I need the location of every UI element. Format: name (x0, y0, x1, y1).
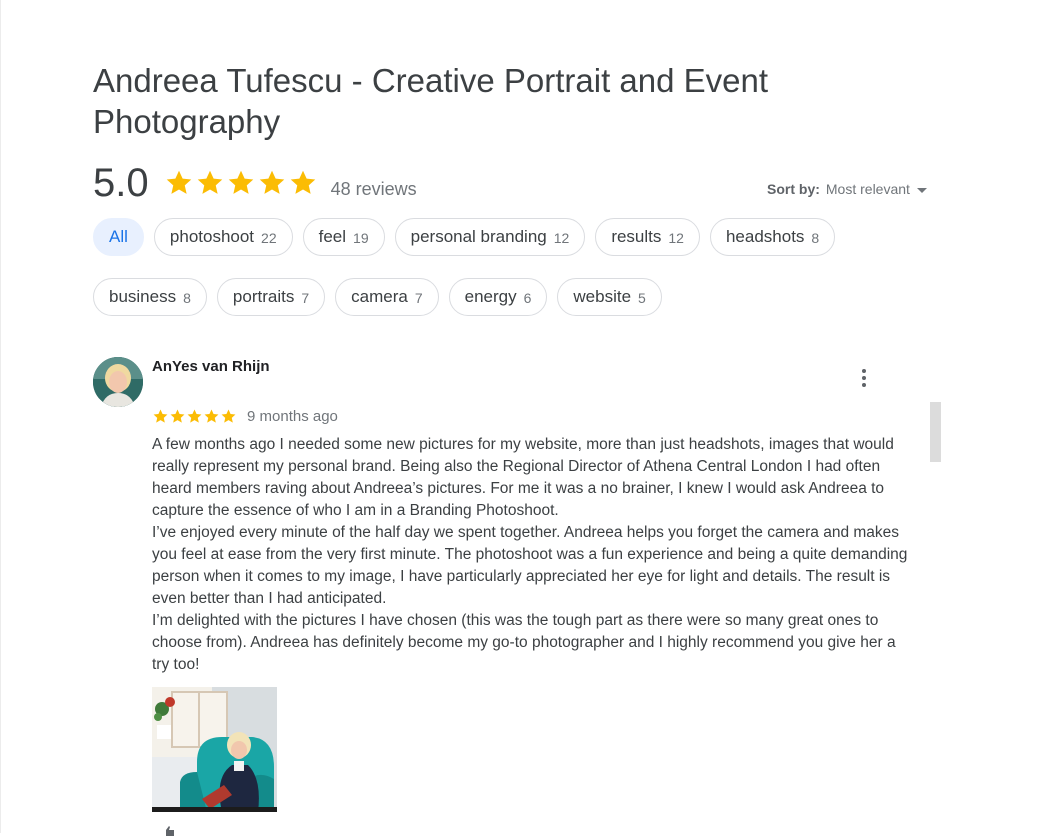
filter-chip-website[interactable]: website 5 (557, 278, 662, 316)
filter-chip-count: 8 (811, 230, 820, 246)
rating-summary: 5.0 48 reviews (93, 158, 417, 208)
star-icon (259, 170, 284, 194)
filter-chip-personal-branding[interactable]: personal branding 12 (394, 218, 586, 256)
filter-chip-label: business (109, 287, 177, 306)
filter-chip-label: energy (464, 287, 517, 306)
filter-chip-label: camera (351, 287, 408, 306)
filter-chip-label: headshots (725, 227, 805, 246)
review-paragraph: I’m delighted with the pictures I have c… (152, 612, 896, 673)
filter-chip-count: 5 (638, 290, 646, 306)
caret-down-icon (916, 187, 927, 193)
filter-chip-label: feel (318, 227, 347, 246)
filter-chip-headshots[interactable]: headshots 8 (709, 218, 836, 256)
filter-chip-count: 12 (553, 230, 570, 246)
filter-chip-count: 7 (414, 290, 423, 306)
filter-chip-label: personal branding (410, 227, 547, 246)
star-icon (166, 170, 191, 194)
reviewer-avatar[interactable] (93, 357, 143, 407)
rating-stars (164, 168, 319, 198)
review-paragraph: A few months ago I needed some new pictu… (152, 436, 894, 519)
filter-chip-camera[interactable]: camera 7 (335, 278, 439, 316)
filter-chip-label: website (573, 287, 632, 306)
sort-dropdown[interactable]: Sort by: Most relevant (767, 181, 927, 197)
filter-chip-count: 8 (183, 290, 191, 306)
sort-label: Sort by: (767, 181, 820, 197)
filter-chip-feel[interactable]: feel 19 (302, 218, 385, 256)
scrollbar-thumb[interactable] (930, 402, 941, 462)
filter-chip-count: 12 (668, 230, 684, 246)
thumb-up-icon[interactable] (160, 826, 176, 836)
filter-chip-all[interactable]: All (93, 218, 144, 256)
review-stars (152, 408, 237, 425)
filter-chip-count: 22 (261, 230, 277, 246)
filter-chip-energy[interactable]: energy 6 (448, 278, 548, 316)
more-vert-icon[interactable] (852, 366, 876, 390)
filter-chip-count: 6 (523, 290, 532, 306)
filter-chip-label: All (109, 227, 128, 246)
review-meta: 9 months ago (152, 408, 338, 425)
star-icon (187, 409, 202, 423)
review-paragraph: I’ve enjoyed every minute of the half da… (152, 524, 908, 607)
topic-filter-row: business 8 portraits 7 camera 7 energy 6 website… (93, 278, 893, 316)
review-text: A few months ago I needed some new pictu… (152, 434, 912, 676)
star-icon (228, 170, 253, 194)
review-photo[interactable] (152, 687, 277, 812)
average-rating: 5.0 (93, 161, 149, 205)
star-icon (204, 409, 219, 423)
filter-chip-label: photoshoot (169, 227, 255, 246)
filter-chip-count: 19 (353, 230, 369, 246)
star-icon (290, 170, 315, 194)
topic-filter-row: All photoshoot 22 feel 19 personal branding 12… (93, 218, 893, 256)
filter-chip-label: results (611, 227, 662, 246)
filter-chip-photoshoot[interactable]: photoshoot 22 (153, 218, 293, 256)
filter-chip-portraits[interactable]: portraits 7 (216, 278, 326, 316)
star-icon (197, 170, 222, 194)
review-count[interactable]: 48 reviews (331, 179, 417, 200)
place-title: Andreea Tufescu - Creative Portrait and … (93, 62, 769, 140)
review-time: 9 months ago (247, 408, 338, 425)
reviewer-name[interactable]: AnYes van Rhijn (152, 358, 270, 375)
filter-chip-count: 7 (301, 290, 310, 306)
star-icon (170, 409, 185, 423)
star-icon (221, 409, 236, 423)
filter-chip-business[interactable]: business 8 (93, 278, 207, 316)
filter-chip-results[interactable]: results 12 (595, 218, 700, 256)
filter-chip-label: portraits (232, 287, 295, 306)
sort-value: Most relevant (825, 181, 910, 197)
star-icon (153, 409, 168, 423)
